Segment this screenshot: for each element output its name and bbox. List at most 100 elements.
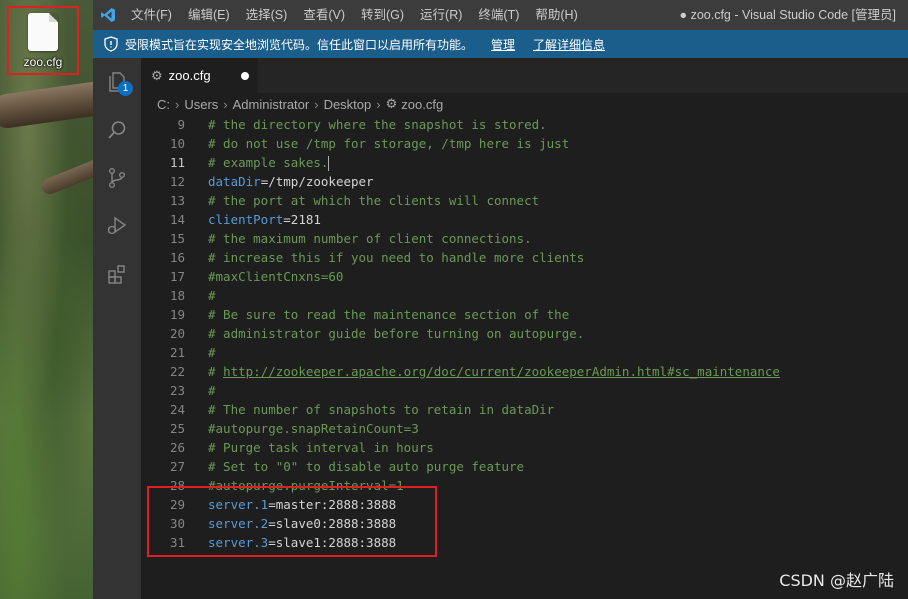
line-text: # bbox=[185, 343, 216, 362]
menu-item[interactable]: 运行(R) bbox=[412, 0, 470, 30]
menu-item[interactable]: 帮助(H) bbox=[527, 0, 585, 30]
line-number: 24 bbox=[169, 402, 185, 417]
code-token: # example sakes. bbox=[208, 155, 329, 170]
line-number: 23 bbox=[169, 383, 185, 398]
code-line: 14 clientPort=2181 bbox=[141, 210, 908, 229]
menu-bar: 文件(F) 编辑(E) 选择(S) 查看(V) 转到(G) 运行(R) 终端(T) 帮助(H) bbox=[123, 0, 586, 30]
line-text: # the maximum number of client connectio… bbox=[185, 229, 532, 248]
code-token: # the port at which the clients will con… bbox=[208, 193, 540, 208]
desktop-background: zoo.cfg bbox=[0, 0, 93, 599]
url-link[interactable]: http://zookeeper.apache.org/doc/current/… bbox=[223, 364, 780, 379]
line-number: 10 bbox=[169, 136, 185, 151]
line-number: 26 bbox=[169, 440, 185, 455]
extensions-button[interactable] bbox=[93, 250, 141, 298]
run-debug-button[interactable] bbox=[93, 202, 141, 250]
line-text: # Be sure to read the maintenance sectio… bbox=[185, 305, 569, 324]
source-control-button[interactable] bbox=[93, 154, 141, 202]
banner-text: 受限模式旨在实现安全地浏览代码。信任此窗口以启用所有功能。 bbox=[125, 37, 474, 52]
line-text: #maxClientCnxns=60 bbox=[185, 267, 343, 286]
line-text: # example sakes. bbox=[185, 153, 330, 172]
line-number: 14 bbox=[169, 212, 185, 227]
menu-item[interactable]: 选择(S) bbox=[238, 0, 296, 30]
explorer-badge: 1 bbox=[118, 81, 133, 96]
breadcrumb-item[interactable]: Users bbox=[184, 97, 218, 112]
code-token: # increase this if you need to handle mo… bbox=[208, 250, 585, 265]
line-text: # The number of snapshots to retain in d… bbox=[185, 400, 554, 419]
code-token: =/tmp/zookeeper bbox=[260, 174, 374, 189]
code-line: 17 #maxClientCnxns=60 bbox=[141, 267, 908, 286]
line-text: #autopurge.snapRetainCount=3 bbox=[185, 419, 419, 438]
file-icon bbox=[28, 13, 58, 51]
line-number: 13 bbox=[169, 193, 185, 208]
tab-bar: ⚙ zoo.cfg bbox=[141, 58, 908, 93]
code-line: 26 # Purge task interval in hours bbox=[141, 438, 908, 457]
line-text: # the port at which the clients will con… bbox=[185, 191, 539, 210]
code-line: 21 # bbox=[141, 343, 908, 362]
line-text: # Purge task interval in hours bbox=[185, 438, 434, 457]
title-bar: 文件(F) 编辑(E) 选择(S) 查看(V) 转到(G) 运行(R) 终端(T) 帮助(H)… bbox=[93, 0, 908, 30]
code-token: # The number of snapshots to retain in d… bbox=[208, 402, 555, 417]
breadcrumb-item[interactable]: C: bbox=[157, 97, 170, 112]
tree-branch bbox=[0, 79, 93, 131]
line-number: 22 bbox=[169, 364, 185, 379]
search-button[interactable] bbox=[93, 106, 141, 154]
line-text: # Set to "0" to disable auto purge featu… bbox=[185, 457, 524, 476]
line-text: # do not use /tmp for storage, /tmp here… bbox=[185, 134, 569, 153]
chevron-right-icon: › bbox=[223, 96, 228, 112]
line-number: 16 bbox=[169, 250, 185, 265]
breadcrumb-item[interactable]: Administrator bbox=[233, 97, 310, 112]
desktop-file-zoo-cfg[interactable]: zoo.cfg bbox=[7, 6, 79, 75]
menu-item[interactable]: 转到(G) bbox=[353, 0, 412, 30]
window-title: ● zoo.cfg - Visual Studio Code [管理员] bbox=[679, 8, 896, 22]
code-line: 11 # example sakes. bbox=[141, 153, 908, 172]
line-number: 17 bbox=[169, 269, 185, 284]
code-line: 23 # bbox=[141, 381, 908, 400]
line-number: 15 bbox=[169, 231, 185, 246]
breadcrumb-item[interactable]: zoo.cfg bbox=[401, 97, 443, 112]
menu-item[interactable]: 终端(T) bbox=[470, 0, 527, 30]
line-text: # increase this if you need to handle mo… bbox=[185, 248, 584, 267]
code-token: # Purge task interval in hours bbox=[208, 440, 434, 455]
code-line: 12 dataDir=/tmp/zookeeper bbox=[141, 172, 908, 191]
menu-item[interactable]: 查看(V) bbox=[295, 0, 353, 30]
code-line: 15 # the maximum number of client connect… bbox=[141, 229, 908, 248]
chevron-right-icon: › bbox=[175, 96, 180, 112]
code-token: =2181 bbox=[283, 212, 321, 227]
menu-item[interactable]: 编辑(E) bbox=[180, 0, 238, 30]
line-text: clientPort=2181 bbox=[185, 210, 321, 229]
code-line: 24 # The number of snapshots to retain in… bbox=[141, 400, 908, 419]
code-token: #autopurge.snapRetainCount=3 bbox=[208, 421, 419, 436]
code-line: 9 # the directory where the snapshot is s… bbox=[141, 115, 908, 134]
code-token: # bbox=[208, 364, 224, 379]
tree-twig bbox=[39, 155, 93, 197]
shield-icon bbox=[104, 36, 118, 52]
annotation-red-box bbox=[147, 486, 437, 557]
line-number: 25 bbox=[169, 421, 185, 436]
watermark: CSDN @赵广陆 bbox=[779, 571, 894, 590]
banner-manage-link[interactable]: 管理 bbox=[491, 36, 515, 53]
code-token: # the directory where the snapshot is st… bbox=[208, 117, 547, 132]
line-text: dataDir=/tmp/zookeeper bbox=[185, 172, 374, 191]
code-token: # Set to "0" to disable auto purge featu… bbox=[208, 459, 525, 474]
code-line: 16 # increase this if you need to handle … bbox=[141, 248, 908, 267]
vscode-logo-icon bbox=[93, 0, 123, 30]
source-control-icon bbox=[108, 168, 125, 189]
tab-label: zoo.cfg bbox=[168, 68, 211, 83]
line-text: # bbox=[185, 381, 216, 400]
explorer-button[interactable]: 1 bbox=[93, 58, 141, 106]
line-text: # the directory where the snapshot is st… bbox=[185, 115, 547, 134]
code-token: #maxClientCnxns=60 bbox=[208, 269, 344, 284]
line-number: 11 bbox=[169, 155, 185, 170]
gear-icon: ⚙ bbox=[385, 96, 398, 111]
tab-zoo-cfg[interactable]: ⚙ zoo.cfg bbox=[141, 58, 258, 93]
breadcrumb-item[interactable]: Desktop bbox=[324, 97, 372, 112]
banner-learn-more-link[interactable]: 了解详细信息 bbox=[533, 36, 605, 53]
menu-item[interactable]: 文件(F) bbox=[123, 0, 180, 30]
breadcrumb: C: › Users › Administrator › Desktop › ⚙ zoo.cfg bbox=[141, 93, 908, 115]
code-token: # do not use /tmp for storage, /tmp here… bbox=[208, 136, 570, 151]
unsaved-dot-icon[interactable] bbox=[240, 71, 249, 80]
line-text: # bbox=[185, 286, 216, 305]
code-line: 19 # Be sure to read the maintenance sect… bbox=[141, 305, 908, 324]
line-number: 9 bbox=[177, 117, 185, 132]
code-line: 10 # do not use /tmp for storage, /tmp he… bbox=[141, 134, 908, 153]
